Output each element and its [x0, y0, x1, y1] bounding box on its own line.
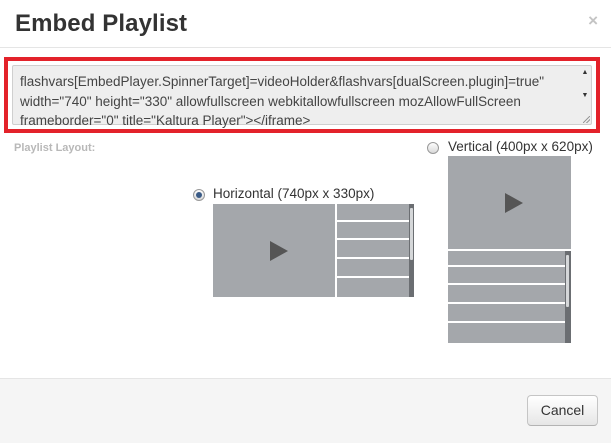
- preview-video-area: [213, 204, 335, 297]
- dialog-footer: Cancel: [0, 378, 611, 443]
- horizontal-layout-label[interactable]: Horizontal (740px x 330px): [213, 186, 374, 201]
- vertical-layout-preview[interactable]: [448, 156, 571, 343]
- scroll-down-arrow-icon[interactable]: ▼: [581, 92, 589, 100]
- embed-code-text[interactable]: flashvars[EmbedPlayer.SpinnerTarget]=vid…: [20, 72, 580, 131]
- close-icon[interactable]: ×: [588, 11, 598, 31]
- play-icon: [270, 241, 288, 261]
- horizontal-layout-preview[interactable]: [213, 204, 414, 297]
- embed-code-textarea[interactable]: flashvars[EmbedPlayer.SpinnerTarget]=vid…: [12, 65, 592, 128]
- dialog-header: Embed Playlist ×: [0, 0, 611, 48]
- preview-scrollbar: [409, 204, 414, 297]
- vertical-layout-radio[interactable]: [427, 142, 439, 154]
- embed-code-highlight: flashvars[EmbedPlayer.SpinnerTarget]=vid…: [4, 57, 600, 133]
- cancel-button[interactable]: Cancel: [527, 395, 598, 426]
- preview-playlist-list: [448, 251, 565, 343]
- resize-grip-icon[interactable]: [583, 116, 590, 123]
- preview-playlist-list: [337, 204, 409, 297]
- horizontal-layout-radio[interactable]: [193, 189, 205, 201]
- preview-scrollbar: [565, 251, 571, 343]
- embed-playlist-dialog: Embed Playlist × flashvars[EmbedPlayer.S…: [0, 0, 611, 443]
- scroll-up-arrow-icon[interactable]: ▲: [581, 69, 589, 77]
- playlist-layout-label: Playlist Layout:: [14, 142, 96, 154]
- play-icon: [505, 193, 523, 213]
- preview-video-area: [448, 156, 571, 249]
- dialog-title: Embed Playlist: [15, 10, 188, 37]
- vertical-layout-label[interactable]: Vertical (400px x 620px): [448, 139, 593, 154]
